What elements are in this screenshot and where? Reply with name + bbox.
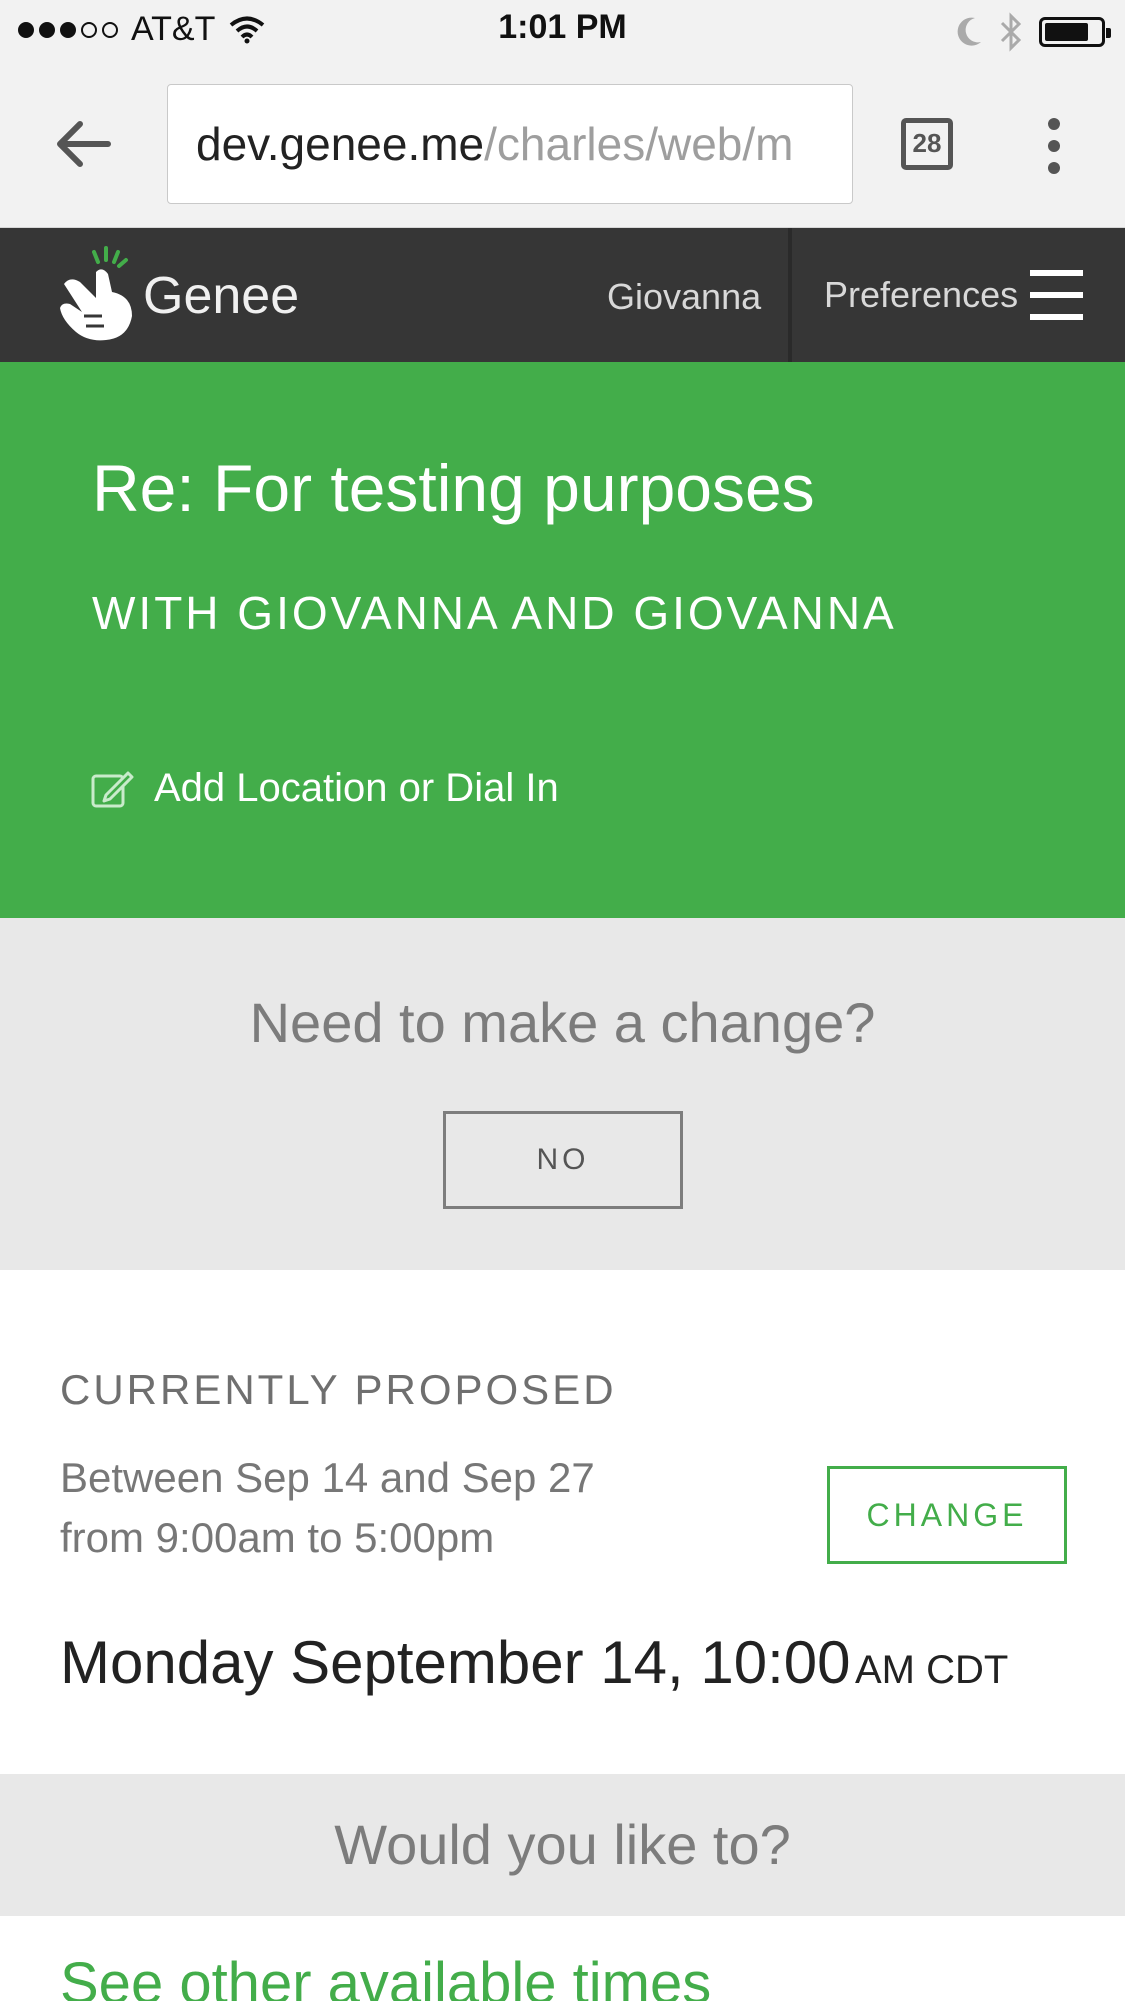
kebab-menu-icon[interactable] xyxy=(1036,118,1072,174)
genee-logo-icon[interactable] xyxy=(56,246,146,346)
brand-name[interactable]: Genee xyxy=(143,266,299,326)
see-other-times-link[interactable]: See other available times xyxy=(60,1950,711,2001)
options-section: Would you like to? xyxy=(0,1774,1125,1916)
proposed-heading: CURRENTLY PROPOSED xyxy=(60,1366,617,1413)
change-question: Need to make a change? xyxy=(249,991,876,1054)
meeting-participants: WITH GIOVANNA AND GIOVANNA xyxy=(92,587,897,639)
tab-switcher-button[interactable]: 28 xyxy=(901,118,953,170)
battery-icon xyxy=(1039,17,1111,47)
add-location-link[interactable]: Add Location or Dial In xyxy=(90,766,559,811)
url-bar[interactable]: dev.genee.me/charles/web/m xyxy=(167,84,853,204)
browser-toolbar: dev.genee.me/charles/web/m 28 xyxy=(0,60,1125,228)
header-divider xyxy=(788,228,792,362)
preferences-link[interactable]: Preferences xyxy=(824,274,1018,316)
meeting-hero: Re: For testing purposes WITH GIOVANNA A… xyxy=(0,362,1125,918)
meeting-title: Re: For testing purposes xyxy=(92,451,815,525)
moon-icon xyxy=(957,17,981,46)
app-header: Genee Giovanna Preferences xyxy=(0,228,1125,362)
edit-icon xyxy=(91,771,134,807)
add-location-label: Add Location or Dial In xyxy=(154,766,559,810)
hamburger-menu-icon[interactable] xyxy=(1030,270,1083,320)
proposed-date-range: Between Sep 14 and Sep 27 xyxy=(60,1454,595,1501)
back-arrow-icon[interactable] xyxy=(52,112,116,176)
user-name-link[interactable]: Giovanna xyxy=(607,276,761,318)
change-section: Need to make a change? NO xyxy=(0,918,1125,1270)
proposed-time-range: from 9:00am to 5:00pm xyxy=(60,1514,495,1561)
bluetooth-icon xyxy=(1000,12,1022,52)
status-right xyxy=(939,12,1111,52)
url-path: /charles/web/m xyxy=(484,118,794,170)
proposed-section: CURRENTLY PROPOSED Between Sep 14 and Se… xyxy=(0,1270,1125,1774)
proposed-datetime-suffix: AM CDT xyxy=(854,1648,1009,1692)
proposed-datetime: Monday September 14, 10:00 AM CDT xyxy=(60,1628,1008,1697)
status-bar: AT&T 1:01 PM xyxy=(0,0,1125,60)
url-host: dev.genee.me xyxy=(196,118,485,170)
change-button[interactable]: CHANGE xyxy=(827,1466,1067,1564)
proposed-datetime-main: Monday September 14, 10:00 xyxy=(60,1629,851,1696)
no-button[interactable]: NO xyxy=(443,1111,683,1209)
options-question: Would you like to? xyxy=(334,1813,791,1876)
